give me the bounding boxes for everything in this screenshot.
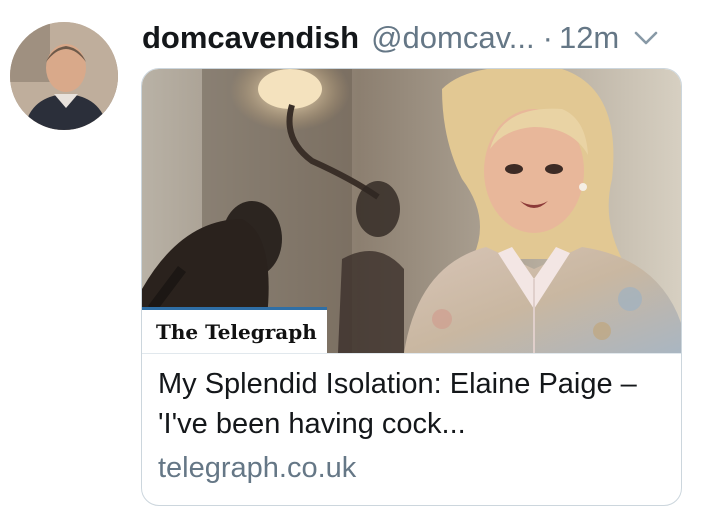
publisher-brand: The Telegraph [142,307,327,353]
avatar[interactable] [10,22,118,130]
link-card[interactable]: The Telegraph My Splendid Isolation: Ela… [141,68,682,506]
separator-dot: · [542,20,553,55]
card-domain[interactable]: telegraph.co.uk [158,448,665,488]
user-handle[interactable]: @domcav... [371,20,535,56]
tweet-header: domcavendish @domcav... · 12m [142,14,698,62]
card-image[interactable]: The Telegraph [142,69,681,354]
chevron-down-icon[interactable] [633,29,659,47]
display-name[interactable]: domcavendish [142,20,359,56]
avatar-photo [10,22,118,130]
card-title[interactable]: My Splendid Isolation: Elaine Paige – 'I… [158,364,670,444]
card-body[interactable]: My Splendid Isolation: Elaine Paige – 'I… [142,354,681,488]
timestamp[interactable]: 12m [559,20,619,56]
